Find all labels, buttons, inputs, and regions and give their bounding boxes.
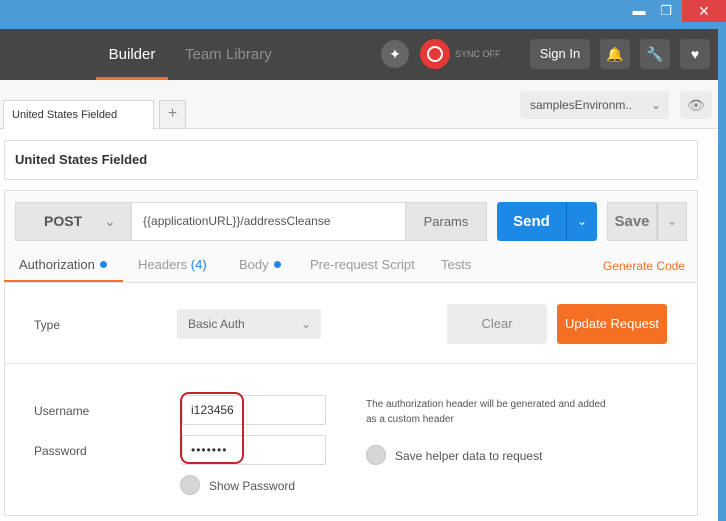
window-frame-right (718, 29, 726, 521)
maximize-icon[interactable]: ❐ (653, 0, 679, 22)
save-dropdown-button[interactable]: ⌄ (657, 202, 687, 241)
tab-body[interactable]: Body (239, 251, 281, 283)
tab-builder-label: Builder (108, 46, 156, 63)
interceptor-icon[interactable]: ✦ (380, 39, 410, 69)
clear-button[interactable]: Clear (447, 304, 547, 344)
bell-icon[interactable]: 🔔 (600, 39, 630, 69)
tab-tests[interactable]: Tests (441, 251, 471, 283)
params-button[interactable]: Params (406, 202, 487, 241)
wrench-icon[interactable]: 🔧 (640, 39, 670, 69)
show-password-label: Show Password (209, 479, 296, 493)
eye-icon[interactable]: 👁 (680, 91, 712, 119)
save-button[interactable]: Save (607, 202, 657, 241)
url-input[interactable]: {{applicationURL}}/addressCleanse (131, 202, 406, 241)
headers-count: (4) (190, 257, 207, 272)
chevron-down-icon: ⌄ (666, 214, 678, 228)
tab-authorization[interactable]: Authorization (4, 251, 123, 283)
environment-select-value: samplesEnvironm.. (530, 98, 633, 112)
chevron-down-icon: ⌄ (650, 98, 661, 112)
sync-icon[interactable] (420, 39, 450, 69)
update-request-button[interactable]: Update Request (557, 304, 667, 344)
tab-team-library[interactable]: Team Library (185, 29, 272, 80)
tab-builder[interactable]: Builder (96, 29, 168, 80)
interceptor-glyph: ✦ (389, 46, 401, 62)
send-dropdown-button[interactable]: ⌄ (566, 202, 597, 241)
tab-authorization-label: Authorization (19, 257, 95, 272)
highlight-annotation (180, 392, 244, 464)
request-name[interactable]: United States Fielded (4, 140, 698, 180)
window-titlebar (0, 0, 726, 29)
chevron-down-icon: ⌄ (576, 214, 588, 228)
tab-body-label: Body (239, 257, 269, 272)
username-label: Username (34, 404, 90, 418)
minimize-icon[interactable]: ▬ (628, 0, 650, 22)
request-tab[interactable]: United States Fielded (3, 100, 154, 130)
credentials-section (5, 366, 697, 515)
chevron-down-icon: ⌄ (104, 213, 116, 229)
sync-ring (427, 46, 443, 62)
auth-header-note: The authorization header will be generat… (366, 399, 606, 425)
auth-type-select[interactable]: Basic Auth ⌄ (177, 309, 321, 339)
chevron-down-icon: ⌄ (300, 317, 311, 331)
send-button[interactable]: Send (497, 202, 566, 241)
heart-icon[interactable]: ♥ (680, 39, 710, 69)
password-label: Password (34, 444, 87, 458)
indicator-dot-icon (99, 261, 107, 268)
tab-headers-label: Headers (138, 257, 188, 272)
show-password-radio[interactable] (180, 475, 200, 495)
indicator-dot-icon (273, 261, 281, 268)
type-label: Type (34, 318, 61, 332)
sign-in-button[interactable]: Sign In (530, 39, 590, 69)
tab-pre-request-script[interactable]: Pre-request Script (310, 251, 415, 283)
save-helper-label: Save helper data to request (395, 449, 543, 463)
method-select-value: POST (44, 213, 83, 229)
generate-code-link[interactable]: Generate Code (603, 259, 685, 273)
tab-headers[interactable]: Headers (4) (138, 251, 207, 283)
add-tab-button[interactable]: + (159, 100, 186, 129)
auth-type-select-value: Basic Auth (188, 317, 245, 331)
save-helper-radio[interactable] (366, 445, 386, 465)
close-icon[interactable]: ✕ (682, 0, 726, 22)
method-select[interactable]: POST ⌄ (15, 202, 131, 241)
environment-select[interactable]: samplesEnvironm.. ⌄ (520, 91, 669, 119)
sync-status: SYNC OFF (455, 49, 501, 59)
